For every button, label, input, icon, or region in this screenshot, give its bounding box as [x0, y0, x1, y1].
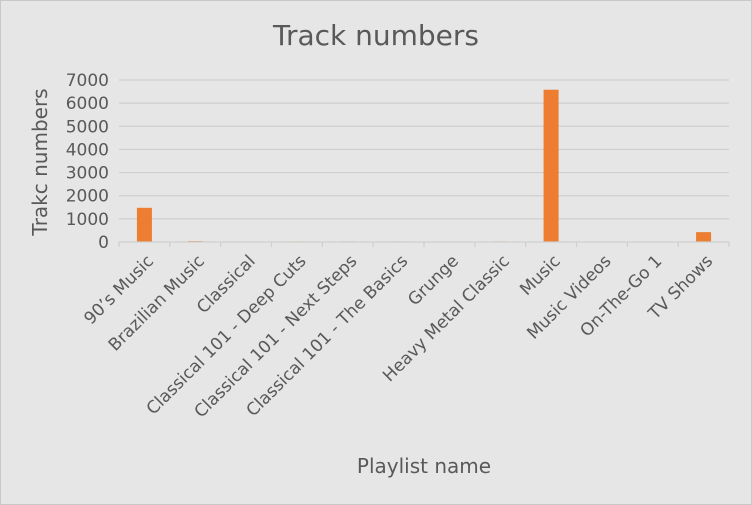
chart: Track numbers 0 1000 2000 3000 4000 5000 6000 7… [0, 0, 752, 505]
chart-title: Track numbers [272, 19, 479, 52]
y-tick-label: 2000 [66, 187, 109, 207]
y-tick-label: 3000 [66, 164, 109, 184]
bars [136, 89, 712, 243]
bar [136, 207, 152, 242]
y-tick-label: 5000 [66, 117, 109, 137]
x-axis-label: Playlist name [357, 454, 491, 478]
y-tick-label: 1000 [66, 210, 109, 230]
x-axis-ticks: 90’s MusicBrazilian MusicClassicalClassi… [80, 242, 730, 422]
bar [696, 232, 712, 242]
y-axis-ticks: 0 1000 2000 3000 4000 5000 6000 7000 [66, 71, 109, 253]
y-tick-label: 7000 [66, 71, 109, 91]
y-tick-label: 4000 [66, 140, 109, 160]
y-tick-label: 6000 [66, 94, 109, 114]
y-tick-label: 0 [98, 233, 109, 253]
bar-chart-svg: Track numbers 0 1000 2000 3000 4000 5000 6000 7… [28, 19, 730, 478]
bar [543, 89, 559, 242]
x-tick-label: Music [516, 251, 564, 299]
gridlines [119, 79, 729, 220]
y-axis-label: Trakc numbers [28, 88, 52, 236]
